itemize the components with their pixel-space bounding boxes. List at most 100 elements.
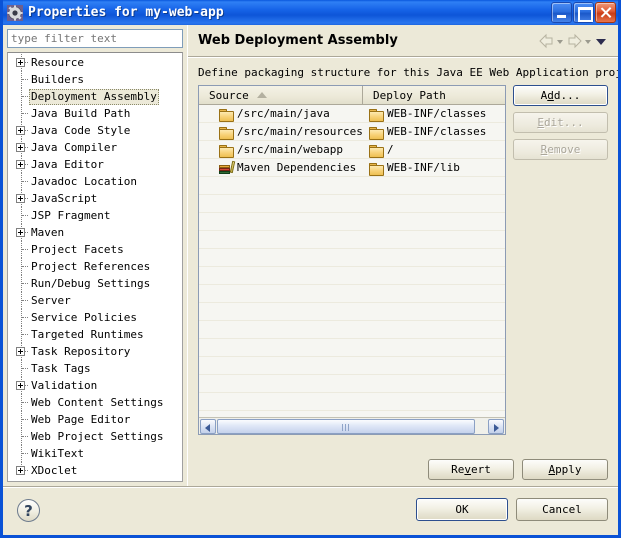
expand-plus-icon[interactable]	[14, 139, 29, 156]
add-button[interactable]: Ad d...	[513, 85, 608, 106]
tree-item-java-compiler[interactable]: Java Compiler	[8, 139, 182, 156]
tree-item-validation[interactable]: Validation	[8, 377, 182, 394]
tree-branch-line	[14, 445, 29, 462]
column-header-deploy-path[interactable]: Deploy Path	[363, 86, 505, 104]
expand-plus-icon[interactable]	[14, 190, 29, 207]
minimize-button[interactable]	[551, 2, 572, 23]
table-row-empty[interactable]	[199, 357, 505, 375]
table-row-empty[interactable]	[199, 267, 505, 285]
tree-item-label: Targeted Runtimes	[31, 327, 144, 341]
tree-item-label: Run/Debug Settings	[31, 276, 151, 290]
tree-item-targeted-runtimes[interactable]: Targeted Runtimes	[8, 326, 182, 343]
table-row-empty[interactable]	[199, 393, 505, 411]
page-header: Web Deployment Assembly	[188, 25, 618, 57]
expand-plus-icon[interactable]	[14, 462, 29, 479]
table-row-empty[interactable]	[199, 213, 505, 231]
tree-item-project-references[interactable]: Project References	[8, 258, 182, 275]
scroll-right-icon[interactable]	[488, 418, 504, 434]
table-row[interactable]: Maven Dependencies WEB-INF/lib	[199, 159, 505, 177]
page-description: Define packaging structure for this Java…	[198, 66, 621, 79]
expand-plus-icon[interactable]	[14, 343, 29, 360]
tree-item-label: Project References	[31, 259, 151, 273]
expand-plus-icon[interactable]	[14, 122, 29, 139]
help-question-icon[interactable]: ?	[17, 499, 40, 522]
scrollbar-track[interactable]	[217, 418, 487, 434]
tree-branch-line	[14, 326, 29, 343]
tree-item-builders[interactable]: Builders	[8, 71, 182, 88]
arrow-right-icon[interactable]	[566, 33, 583, 49]
tree-item-javascript[interactable]: JavaScript	[8, 190, 182, 207]
expand-plus-icon[interactable]	[14, 156, 29, 173]
properties-dialog: Properties for my-web-app Resource Builde…	[0, 0, 621, 538]
apply-button[interactable]: Apply	[522, 459, 608, 480]
chevron-down-icon-back[interactable]	[555, 34, 566, 48]
horizontal-scrollbar[interactable]	[199, 417, 505, 434]
tree-item-task-tags[interactable]: Task Tags	[8, 360, 182, 377]
chevron-down-icon-menu[interactable]	[594, 34, 610, 48]
cell-source: /src/main/webapp	[199, 141, 363, 159]
mnemonic-letter: E	[537, 116, 544, 129]
cell-source-label: /src/main/java	[237, 107, 330, 120]
table-row-empty[interactable]	[199, 231, 505, 249]
tree-branch-line	[14, 394, 29, 411]
tree-item-web-project-settings[interactable]: Web Project Settings	[8, 428, 182, 445]
remove-button: Remove	[513, 139, 608, 160]
scroll-left-icon[interactable]	[200, 418, 216, 434]
table-row[interactable]: /src/main/webapp /	[199, 141, 505, 159]
tree-item-run-debug-settings[interactable]: Run/Debug Settings	[8, 275, 182, 292]
tree-item-server[interactable]: Server	[8, 292, 182, 309]
ok-button[interactable]: OK	[416, 498, 508, 521]
column-header-source-label: Source	[209, 88, 249, 102]
scrollbar-thumb[interactable]	[217, 418, 475, 434]
arrow-left-icon[interactable]	[538, 33, 555, 49]
cell-deploy-path-label: WEB-INF/classes	[387, 125, 487, 138]
close-button[interactable]	[595, 2, 616, 23]
maximize-button[interactable]	[573, 2, 594, 23]
cancel-button[interactable]: Cancel	[516, 498, 608, 521]
tree-item-task-repository[interactable]: Task Repository	[8, 343, 182, 360]
expand-plus-icon[interactable]	[14, 377, 29, 394]
tree-item-wikitext[interactable]: WikiText	[8, 445, 182, 462]
tree-item-java-build-path[interactable]: Java Build Path	[8, 105, 182, 122]
cell-source-label: /src/main/resources	[237, 125, 363, 138]
expand-plus-icon[interactable]	[14, 224, 29, 241]
table-row-empty[interactable]	[199, 321, 505, 339]
tree-item-project-facets[interactable]: Project Facets	[8, 241, 182, 258]
expand-plus-icon[interactable]	[14, 54, 29, 71]
tree-item-xdoclet[interactable]: XDoclet	[8, 462, 182, 479]
settings-tree[interactable]: Resource Builders Deployment Assembly Java …	[7, 52, 183, 482]
table-row-empty[interactable]	[199, 249, 505, 267]
tree-item-label: Java Compiler	[31, 140, 118, 154]
tree-item-resource[interactable]: Resource	[8, 54, 182, 71]
table-row-empty[interactable]	[199, 339, 505, 357]
title-bar[interactable]: Properties for my-web-app	[3, 0, 618, 25]
table-row[interactable]: /src/main/resources WEB-INF/classes	[199, 123, 505, 141]
assembly-table[interactable]: Source Deploy Path /src/main/java WEB-INF…	[198, 85, 506, 435]
table-row[interactable]: /src/main/java WEB-INF/classes	[199, 105, 505, 123]
books-icon	[219, 160, 236, 174]
tree-item-deployment-assembly[interactable]: Deployment Assembly	[8, 88, 182, 105]
page-title: Web Deployment Assembly	[198, 33, 398, 48]
tree-item-jsp-fragment[interactable]: JSP Fragment	[8, 207, 182, 224]
tree-item-label: JSP Fragment	[31, 208, 111, 222]
table-row-empty[interactable]	[199, 177, 505, 195]
tree-item-label: XDoclet	[31, 463, 78, 477]
folder-icon	[369, 108, 384, 122]
revert-button[interactable]: Re v ert	[428, 459, 514, 480]
tree-item-web-content-settings[interactable]: Web Content Settings	[8, 394, 182, 411]
table-row-empty[interactable]	[199, 303, 505, 321]
table-row-empty[interactable]	[199, 285, 505, 303]
tree-item-label: WikiText	[31, 446, 84, 460]
tree-item-javadoc-location[interactable]: Javadoc Location	[8, 173, 182, 190]
tree-item-maven[interactable]: Maven	[8, 224, 182, 241]
tree-item-java-code-style[interactable]: Java Code Style	[8, 122, 182, 139]
tree-item-web-page-editor[interactable]: Web Page Editor	[8, 411, 182, 428]
tree-item-service-policies[interactable]: Service Policies	[8, 309, 182, 326]
tree-item-java-editor[interactable]: Java Editor	[8, 156, 182, 173]
table-row-empty[interactable]	[199, 195, 505, 213]
filter-input[interactable]	[7, 29, 183, 48]
column-header-source[interactable]: Source	[199, 86, 363, 104]
table-row-empty[interactable]	[199, 375, 505, 393]
cell-deploy-path: WEB-INF/classes	[363, 105, 505, 123]
chevron-down-icon-forward[interactable]	[583, 34, 594, 48]
